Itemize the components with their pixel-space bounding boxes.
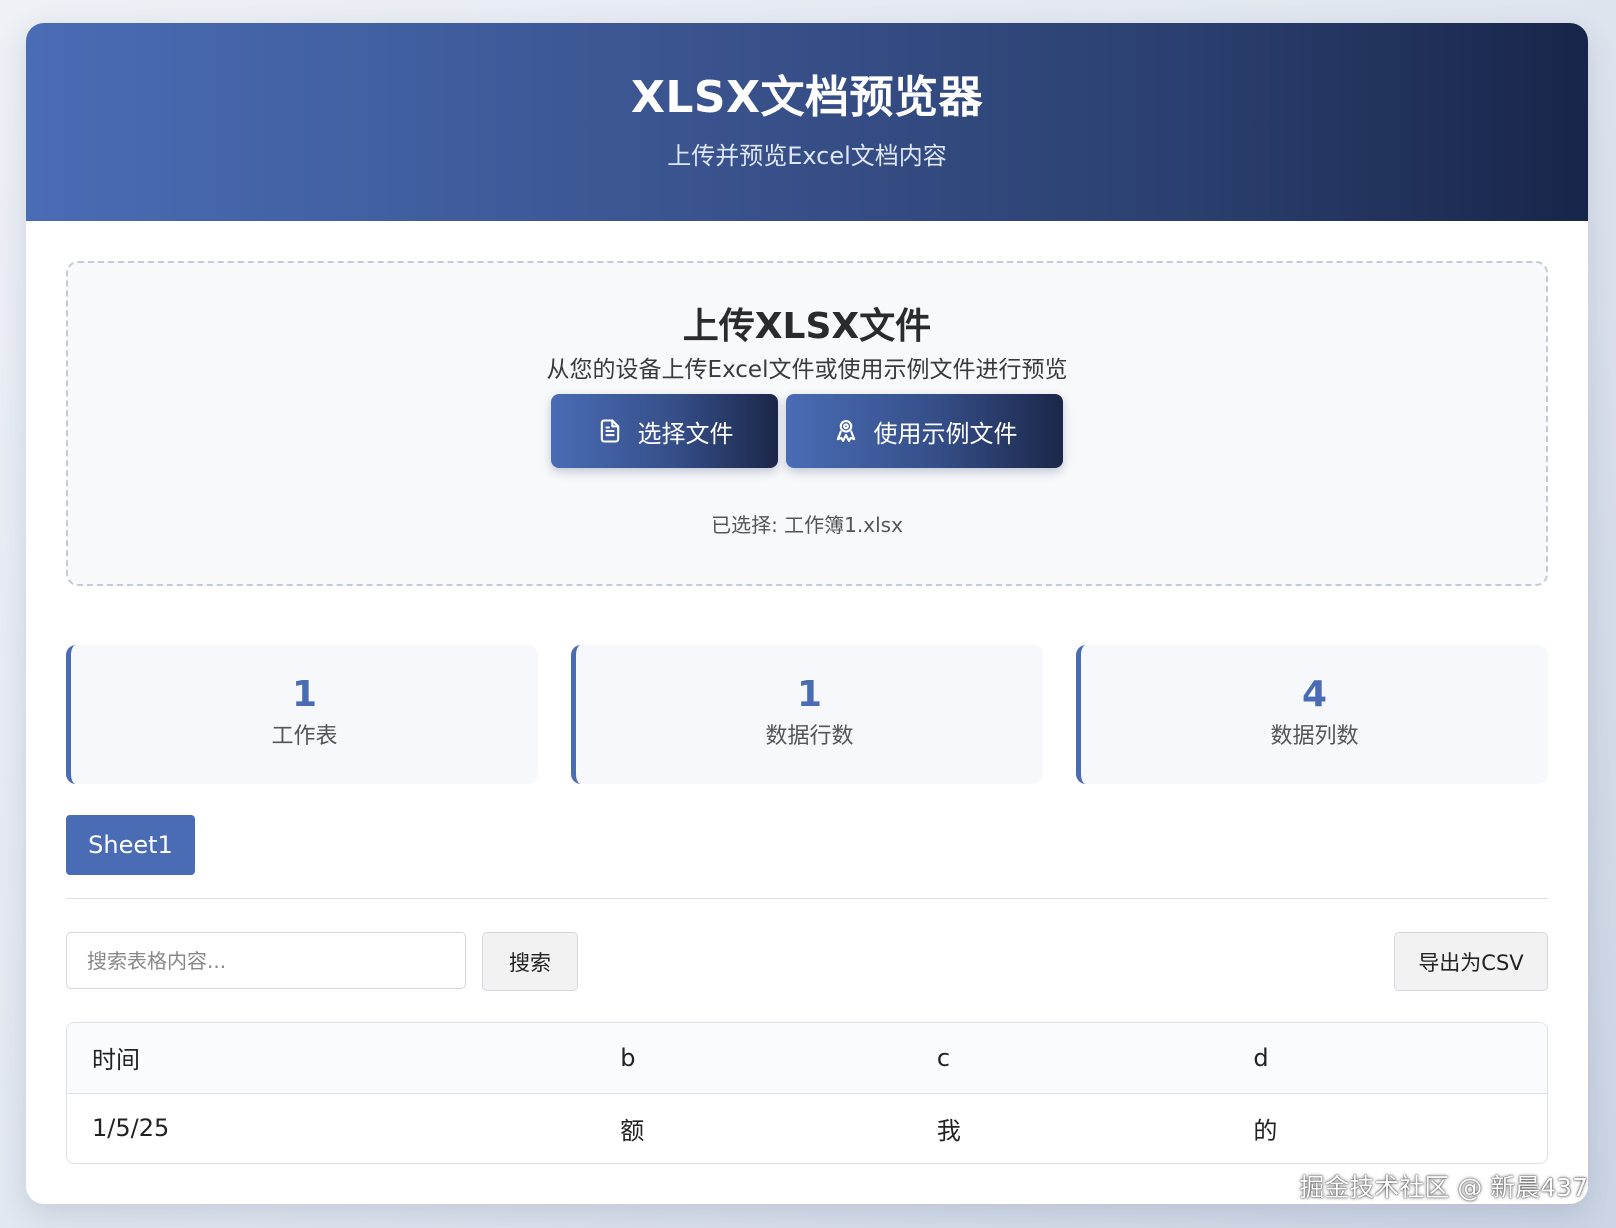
upload-buttons: 选择文件 使用示例文件 xyxy=(68,394,1546,468)
stat-card-sheets: 1 工作表 xyxy=(66,645,538,784)
search-button[interactable]: 搜索 xyxy=(482,932,578,991)
selected-file-text: 已选择: 工作簿1.xlsx xyxy=(711,513,903,537)
use-sample-button[interactable]: 使用示例文件 xyxy=(786,394,1063,468)
table-cell: 的 xyxy=(1253,1116,1278,1145)
table-cell: 额 xyxy=(620,1116,645,1145)
header: XLSX文档预览器 上传并预览Excel文档内容 xyxy=(26,23,1588,221)
upload-title: 上传XLSX文件 xyxy=(682,306,932,347)
watermark: 掘金技术社区 @ 新晨437 xyxy=(1299,1173,1588,1202)
stat-value: 1 xyxy=(796,674,823,715)
app-card: XLSX文档预览器 上传并预览Excel文档内容 上传XLSX文件 从您的设备上… xyxy=(26,23,1588,1204)
document-icon xyxy=(600,419,619,443)
upload-area[interactable]: 上传XLSX文件 从您的设备上传Excel文件或使用示例文件进行预览 选择文件 … xyxy=(66,261,1548,586)
data-table-container: 时间 b c d 1/5/25 额 我 的 xyxy=(66,1022,1548,1164)
stat-card-columns: 4 数据列数 xyxy=(1076,645,1548,784)
stat-label: 工作表 xyxy=(271,724,338,749)
table-row: 1/5/25 额 我 的 xyxy=(67,1093,1547,1163)
stats-row: 1 工作表 1 数据行数 4 数据列数 xyxy=(66,645,1548,784)
search-input[interactable] xyxy=(66,932,466,989)
use-sample-label: 使用示例文件 xyxy=(873,419,1018,448)
select-file-button[interactable]: 选择文件 xyxy=(551,394,778,468)
page-subtitle: 上传并预览Excel文档内容 xyxy=(667,142,947,170)
page-title: XLSX文档预览器 xyxy=(630,72,984,123)
sample-icon xyxy=(836,420,855,442)
column-header: d xyxy=(1228,1023,1547,1094)
data-table: 时间 b c d 1/5/25 额 我 的 xyxy=(67,1023,1547,1163)
column-header: c xyxy=(911,1023,1229,1094)
sheet-tab-sheet1[interactable]: Sheet1 xyxy=(66,815,195,875)
stat-value: 4 xyxy=(1301,674,1328,715)
stat-value: 1 xyxy=(291,674,318,715)
stat-label: 数据行数 xyxy=(765,724,854,749)
column-header: b xyxy=(595,1023,912,1094)
table-header-row: 时间 b c d xyxy=(67,1023,1547,1094)
stat-card-rows: 1 数据行数 xyxy=(571,645,1043,784)
divider xyxy=(66,898,1548,899)
stat-label: 数据列数 xyxy=(1270,724,1359,749)
upload-description: 从您的设备上传Excel文件或使用示例文件进行预览 xyxy=(546,357,1068,383)
select-file-label: 选择文件 xyxy=(637,419,734,448)
table-cell: 我 xyxy=(936,1116,961,1145)
column-header: 时间 xyxy=(67,1023,596,1094)
table-cell: 1/5/25 xyxy=(92,1114,170,1143)
export-csv-button[interactable]: 导出为CSV xyxy=(1394,932,1548,991)
